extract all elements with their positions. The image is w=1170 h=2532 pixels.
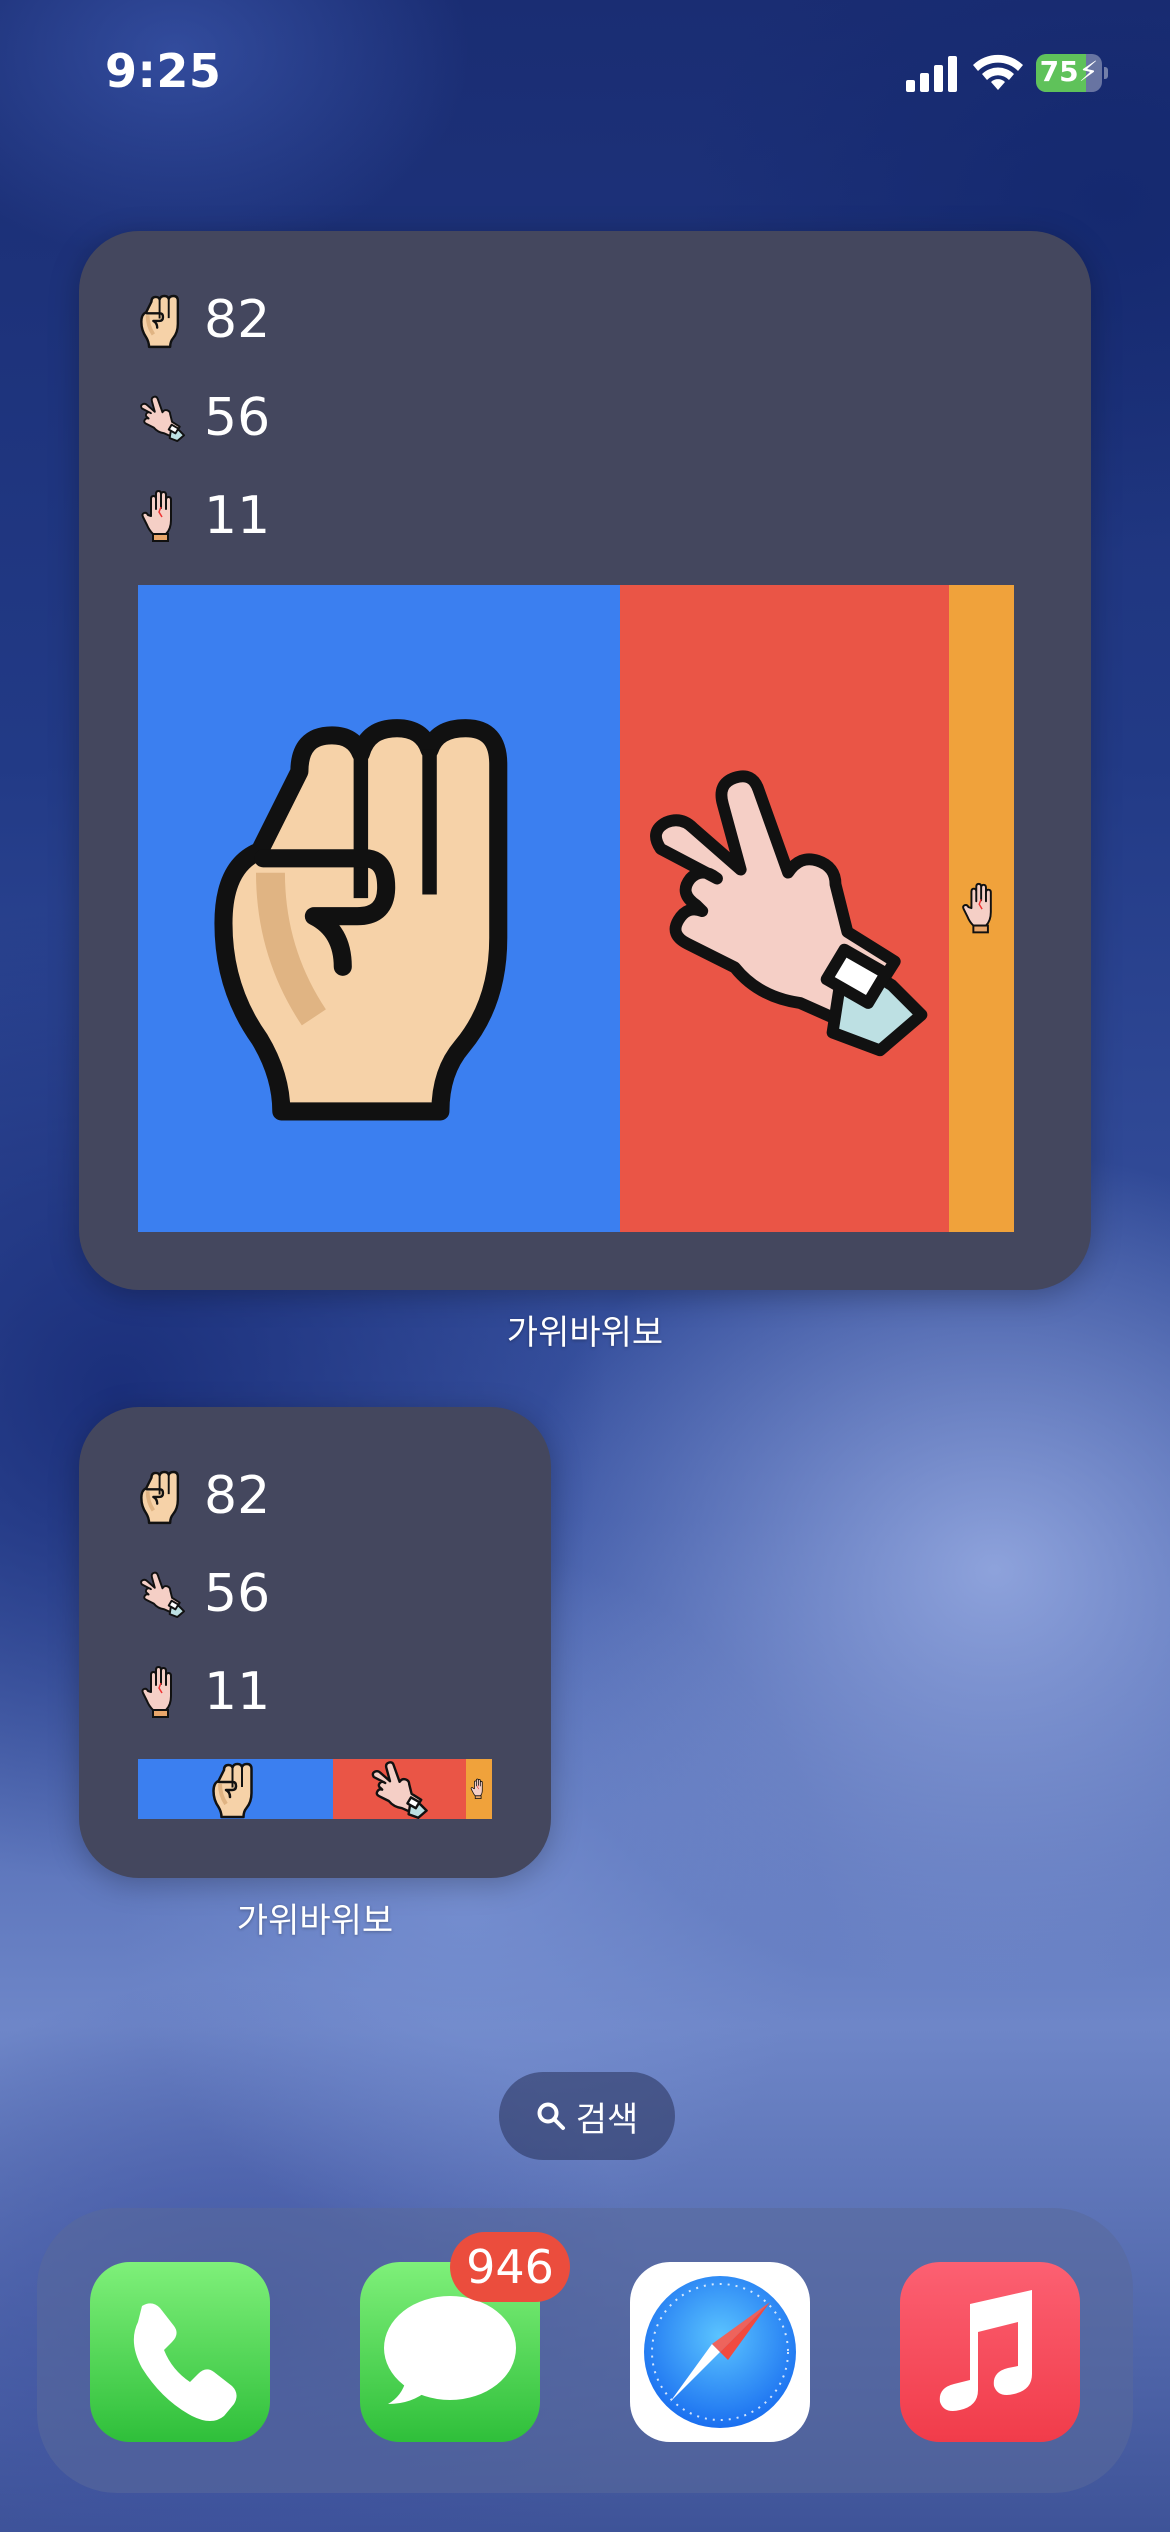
stat-row-scissors: 56 [138,383,270,453]
widget-label-small: 가위바위보 [236,1901,394,1941]
share-segment-scissors-hand [620,585,950,1232]
stat-row-rock: 82 [138,1461,270,1531]
scissors-count: 56 [204,388,271,448]
battery-indicator: 75⚡ [1036,54,1108,92]
rock-count: 82 [204,290,271,350]
paper-count: 11 [204,1662,271,1722]
search-label: 검색 [575,2099,639,2140]
share-segment-paper-hand [465,1759,492,1819]
cellular-signal-icon [906,56,957,92]
scissors-hand-icon [138,1564,186,1624]
share-segment-paper-hand [949,585,1014,1232]
scissors-hand-icon [637,760,933,1056]
paper-hand-icon [138,486,186,546]
rock-fist-icon [162,692,596,1126]
stat-row-paper: 11 [138,481,270,551]
messages-badge: 946 [450,2232,570,2302]
share-segment-scissors-hand [332,1759,466,1819]
stat-row-rock: 82 [138,285,270,355]
share-segment-rock-fist [138,585,621,1232]
wifi-icon [973,54,1023,90]
status-bar: 9:25 75⚡ [0,0,1170,150]
messages-app-icon[interactable]: 946 [360,2232,570,2442]
paper-count: 11 [204,486,271,546]
rock-fist-icon [205,1759,265,1819]
stat-row-scissors: 56 [138,1559,270,1629]
scissors-count: 56 [204,1564,271,1624]
share-segment-rock-fist [138,1759,333,1819]
paper-hand-icon [467,1777,491,1801]
rps-widget-small[interactable]: 82 56 11 [79,1407,551,1878]
stat-row-paper: 11 [138,1657,270,1727]
phone-app-icon[interactable] [90,2262,270,2442]
scissors-hand-icon [369,1759,429,1819]
widget-label-large: 가위바위보 [506,1313,664,1353]
share-bar [138,585,1014,1232]
scissors-hand-icon [138,388,186,448]
share-bar [138,1759,492,1819]
rps-widget-large[interactable]: 82 56 11 [79,231,1091,1290]
charging-bolt-icon: ⚡ [1078,55,1099,88]
search-icon [537,2102,565,2130]
status-time: 9:25 [105,44,222,98]
rock-count: 82 [204,1466,271,1526]
rock-fist-icon [138,1466,186,1526]
paper-hand-icon [953,879,1011,937]
battery-percent: 75⚡ [1039,55,1099,88]
search-button[interactable]: 검색 [499,2072,675,2160]
dock: 946 [37,2208,1133,2493]
music-app-icon[interactable] [900,2262,1080,2442]
paper-hand-icon [138,1662,186,1722]
safari-app-icon[interactable] [630,2262,810,2442]
rock-fist-icon [138,290,186,350]
